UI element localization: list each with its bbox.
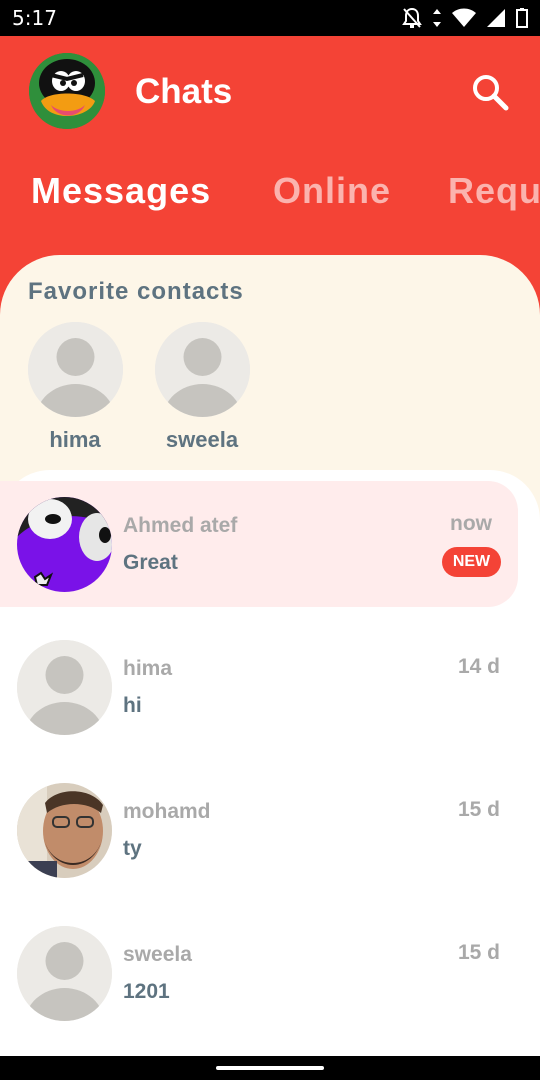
status-time: 5:17 xyxy=(12,6,57,30)
home-gesture-handle[interactable] xyxy=(216,1066,324,1070)
chat-contact-name: sweela xyxy=(123,943,192,966)
tab-messages[interactable]: Messages xyxy=(31,170,211,212)
favorite-contacts-title: Favorite contacts xyxy=(28,278,244,305)
avatar xyxy=(154,322,250,417)
user-photo-avatar-icon xyxy=(17,783,112,878)
search-icon xyxy=(473,75,509,111)
cartoon-duck-avatar-icon xyxy=(29,53,105,129)
profile-avatar[interactable] xyxy=(29,53,105,129)
notifications-off-icon xyxy=(402,7,422,28)
app-bar: Chats xyxy=(0,36,540,146)
chat-last-message: hi xyxy=(123,694,142,717)
favorite-contact-name: hima xyxy=(49,427,101,452)
avatar xyxy=(17,926,112,1021)
avatar xyxy=(17,497,112,592)
default-avatar-icon xyxy=(17,640,112,735)
chat-timestamp: 15 d xyxy=(457,941,500,964)
tab-requests[interactable]: Reque xyxy=(448,170,540,212)
chat-row-mohamd[interactable]: mohamd ty 15 d xyxy=(0,767,518,893)
data-arrows-icon xyxy=(433,9,441,27)
chat-row-sweela[interactable]: sweela 1201 15 d xyxy=(0,910,518,1036)
chat-row-hima[interactable]: hima hi 14 d xyxy=(0,624,518,750)
wifi-icon xyxy=(452,8,476,27)
status-bar: 5:17 xyxy=(0,0,540,36)
page-title: Chats xyxy=(135,72,233,111)
system-navigation-bar xyxy=(0,1056,540,1080)
chat-contact-name: mohamd xyxy=(123,800,211,823)
chat-last-message: Great xyxy=(123,551,178,574)
chat-last-message: 1201 xyxy=(123,980,170,1003)
avatar xyxy=(27,322,123,417)
favorite-contact-sweela[interactable]: sweela xyxy=(152,322,252,453)
avatar xyxy=(17,783,112,878)
cell-signal-icon xyxy=(487,9,505,27)
battery-icon xyxy=(516,8,528,28)
tab-bar: Messages Online Reque xyxy=(0,160,540,230)
search-button[interactable] xyxy=(468,70,512,114)
default-avatar-icon xyxy=(27,322,123,417)
chat-list: Ahmed atef Great now NEW hima hi 14 d mo… xyxy=(0,470,540,1080)
favorite-contact-name: sweela xyxy=(165,427,239,452)
chat-timestamp: now xyxy=(450,512,492,535)
favorite-contact-hima[interactable]: hima xyxy=(25,322,125,453)
cartoon-character-avatar-icon xyxy=(17,497,112,592)
chat-last-message: ty xyxy=(123,837,142,860)
chat-contact-name: hima xyxy=(123,657,173,680)
tab-online[interactable]: Online xyxy=(273,170,391,212)
default-avatar-icon xyxy=(154,322,250,417)
avatar xyxy=(17,640,112,735)
chat-row-ahmed-atef[interactable]: Ahmed atef Great now NEW xyxy=(0,481,518,607)
status-icons xyxy=(402,7,528,29)
chat-contact-name: Ahmed atef xyxy=(123,514,238,537)
chat-timestamp: 14 d xyxy=(457,655,500,678)
default-avatar-icon xyxy=(17,926,112,1021)
chat-timestamp: 15 d xyxy=(457,798,500,821)
new-message-badge: NEW xyxy=(442,547,501,577)
